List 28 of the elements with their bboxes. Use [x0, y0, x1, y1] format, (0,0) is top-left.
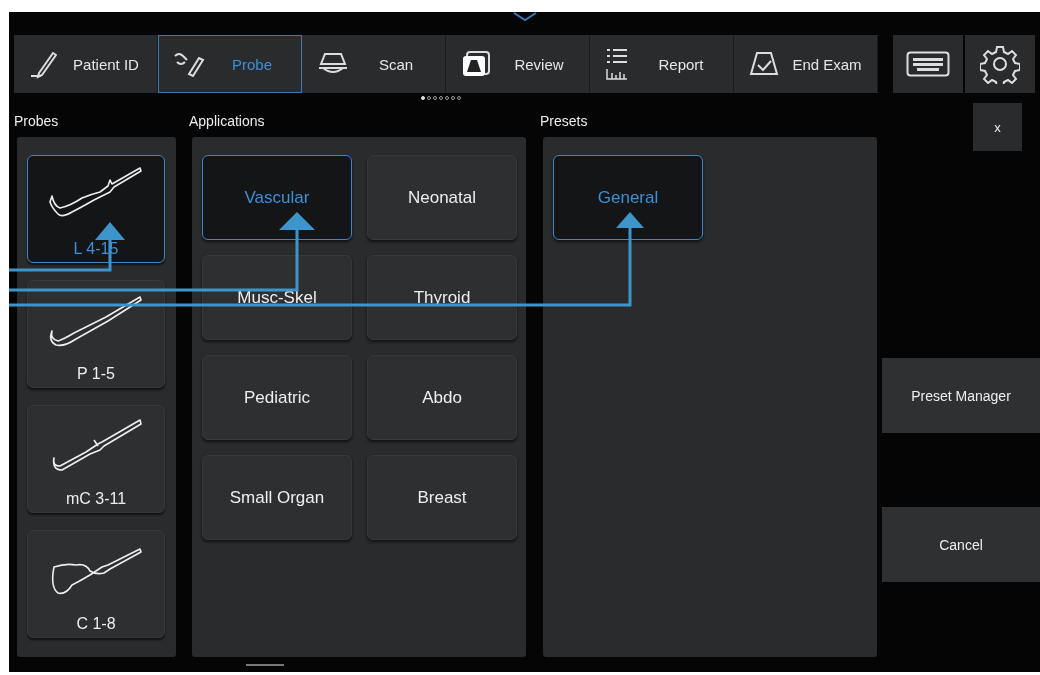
section-label: Applications [189, 113, 265, 131]
probe-button[interactable]: mC 3-11 [27, 405, 165, 513]
probe-check-icon [749, 50, 779, 78]
application-button[interactable]: Small Organ [202, 455, 352, 540]
probe-button[interactable]: C 1-8 [27, 530, 165, 638]
application-button[interactable]: Abdo [367, 355, 517, 440]
cancel-button[interactable]: Cancel [882, 507, 1040, 582]
close-button[interactable]: x [973, 103, 1022, 151]
keyboard-button[interactable] [893, 35, 963, 93]
section-label: Presets [540, 113, 588, 131]
image-icon [461, 50, 491, 78]
chevron-icon[interactable] [512, 12, 537, 21]
preset-button[interactable]: General [553, 155, 703, 240]
toolbar-tab[interactable]: Probe [158, 35, 302, 93]
settings-button[interactable] [965, 35, 1035, 93]
pen-icon [29, 49, 57, 79]
application-button[interactable]: Vascular [202, 155, 352, 240]
probe-button[interactable]: P 1-5 [27, 280, 165, 388]
preset-manager-button[interactable]: Preset Manager [882, 358, 1040, 433]
application-button[interactable]: Musc-Skel [202, 255, 352, 340]
settings-icon [980, 44, 1020, 84]
application-button[interactable]: Pediatric [202, 355, 352, 440]
application-button[interactable]: Breast [367, 455, 517, 540]
drag-handle[interactable] [246, 663, 284, 666]
application-button[interactable]: Thyroid [367, 255, 517, 340]
application-button[interactable]: Neonatal [367, 155, 517, 240]
section-label: Probes [13, 113, 59, 131]
keyboard-icon [906, 51, 950, 77]
